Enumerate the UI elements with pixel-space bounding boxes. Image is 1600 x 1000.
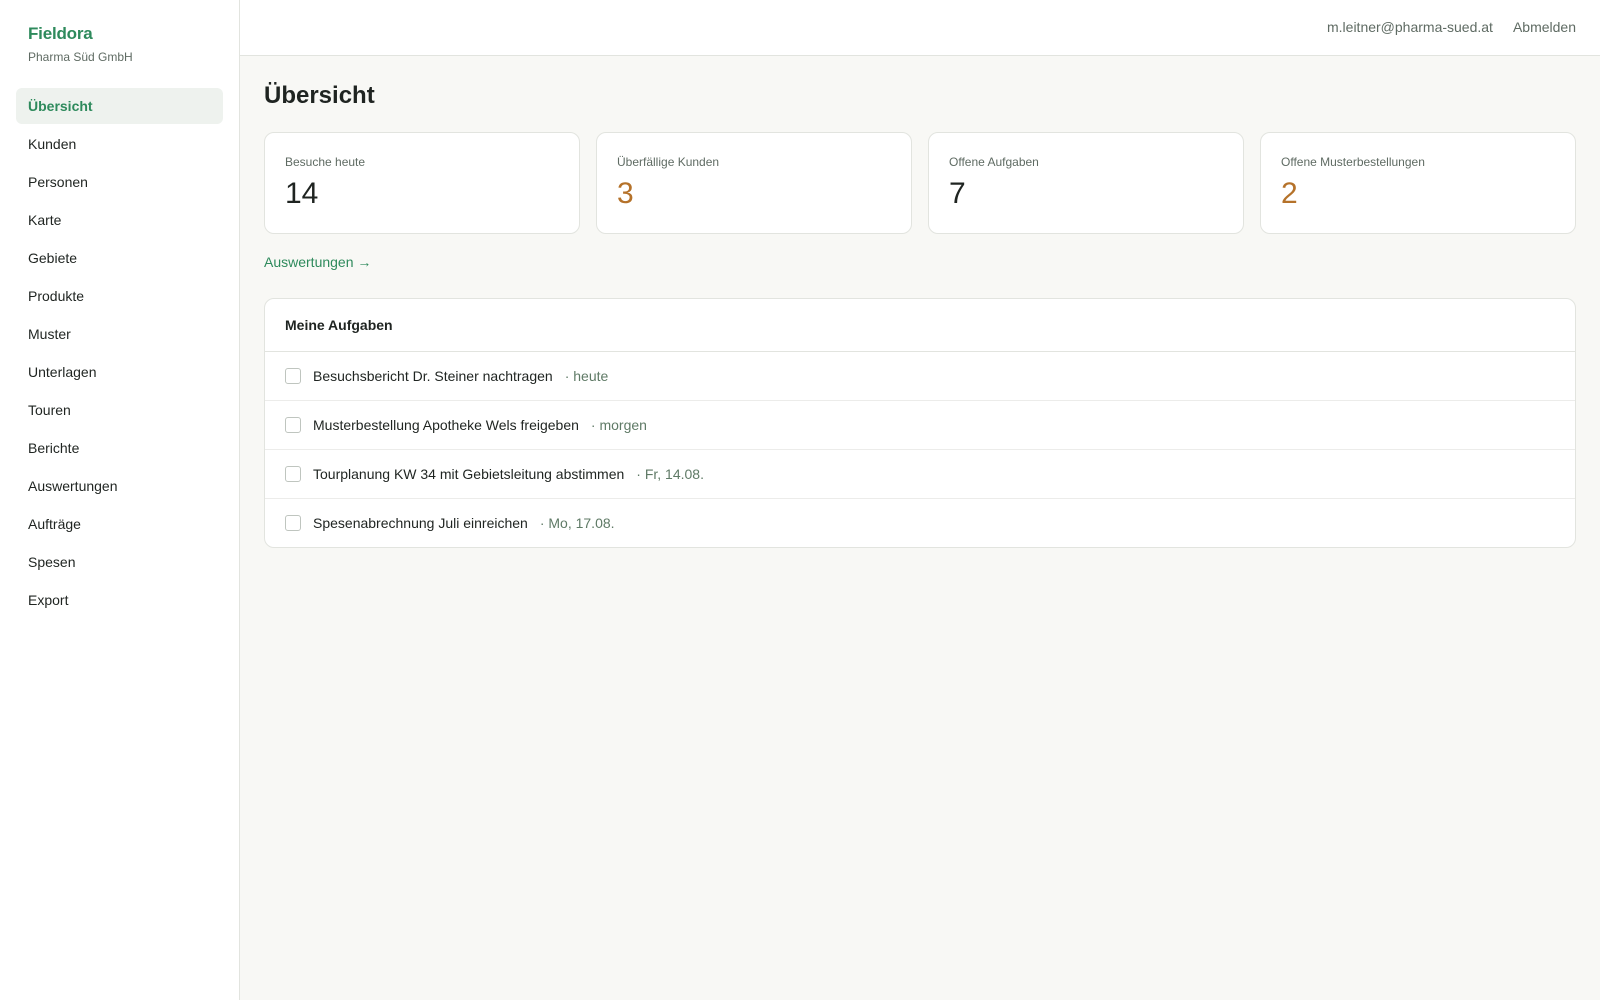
kpi-card-offene-aufgaben: Offene Aufgaben 7 [928,132,1244,234]
sidebar-item-berichte[interactable]: Berichte [16,430,223,466]
topbar-user-area: m.leitner@pharma-sued.at Abmelden [1327,19,1576,35]
topbar: m.leitner@pharma-sued.at Abmelden [240,0,1600,56]
task-due: · Fr, 14.08. [636,466,704,482]
task-checkbox[interactable] [285,417,301,433]
sidebar-item-auswertungen[interactable]: Auswertungen [16,468,223,504]
task-text: Besuchsbericht Dr. Steiner nachtragen [313,368,553,384]
task-row: Besuchsbericht Dr. Steiner nachtragen · … [265,352,1575,401]
task-text: Spesenabrechnung Juli einreichen [313,515,528,531]
task-checkbox[interactable] [285,466,301,482]
sidebar: Fieldora Pharma Süd GmbH Übersicht Kunde… [0,0,240,1000]
tasks-panel: Meine Aufgaben Besuchsbericht Dr. Steine… [264,298,1576,548]
brand: Fieldora Pharma Süd GmbH [28,24,133,64]
sidebar-item-touren[interactable]: Touren [16,392,223,428]
sidebar-item-karte[interactable]: Karte [16,202,223,238]
sidebar-item-produkte[interactable]: Produkte [16,278,223,314]
kpi-label: Besuche heute [285,155,366,169]
kpi-value: 7 [949,177,966,210]
task-checkbox[interactable] [285,368,301,384]
task-row: Musterbestellung Apotheke Wels freigeben… [265,401,1575,450]
kpi-label: Überfällige Kunden [617,155,720,169]
sidebar-item-muster[interactable]: Muster [16,316,223,352]
sidebar-item-export[interactable]: Export [16,582,223,618]
brand-name[interactable]: Fieldora [28,24,133,44]
auswertungen-link[interactable]: Auswertungen → [264,254,371,270]
task-row: Tourplanung KW 34 mit Gebietsleitung abs… [265,450,1575,499]
kpi-value: 2 [1281,177,1298,210]
task-due: · Mo, 17.08. [539,515,615,531]
task-text: Musterbestellung Apotheke Wels freigeben [313,417,579,433]
sidebar-item-spesen[interactable]: Spesen [16,544,223,580]
kpi-card-ueberfaellige-kunden: Überfällige Kunden 3 [596,132,912,234]
user-email-link[interactable]: m.leitner@pharma-sued.at [1327,19,1493,35]
kpi-label: Offene Aufgaben [949,155,1039,169]
sidebar-item-gebiete[interactable]: Gebiete [16,240,223,276]
task-due: · heute [564,368,609,384]
sidebar-item-auftraege[interactable]: Aufträge [16,506,223,542]
sidebar-item-uebersicht[interactable]: Übersicht [16,88,223,124]
brand-org: Pharma Süd GmbH [28,50,133,64]
logout-link[interactable]: Abmelden [1513,19,1576,35]
task-checkbox[interactable] [285,515,301,531]
sidebar-item-personen[interactable]: Personen [16,164,223,200]
tasks-title: Meine Aufgaben [265,299,1575,352]
kpi-card-offene-musterbestellungen: Offene Musterbestellungen 2 [1260,132,1576,234]
kpi-value: 3 [617,177,634,210]
sidebar-item-kunden[interactable]: Kunden [16,126,223,162]
kpi-cards: Besuche heute 14 Überfällige Kunden 3 Of… [264,132,1576,234]
kpi-value: 14 [285,177,319,210]
task-row: Spesenabrechnung Juli einreichen · Mo, 1… [265,499,1575,547]
sidebar-nav: Übersicht Kunden Personen Karte Gebiete … [16,88,223,620]
kpi-label: Offene Musterbestellungen [1281,155,1425,169]
task-text: Tourplanung KW 34 mit Gebietsleitung abs… [313,466,625,482]
kpi-card-besuche-heute: Besuche heute 14 [264,132,580,234]
page-title: Übersicht [264,82,375,109]
sidebar-item-unterlagen[interactable]: Unterlagen [16,354,223,390]
task-due: · morgen [590,417,647,433]
